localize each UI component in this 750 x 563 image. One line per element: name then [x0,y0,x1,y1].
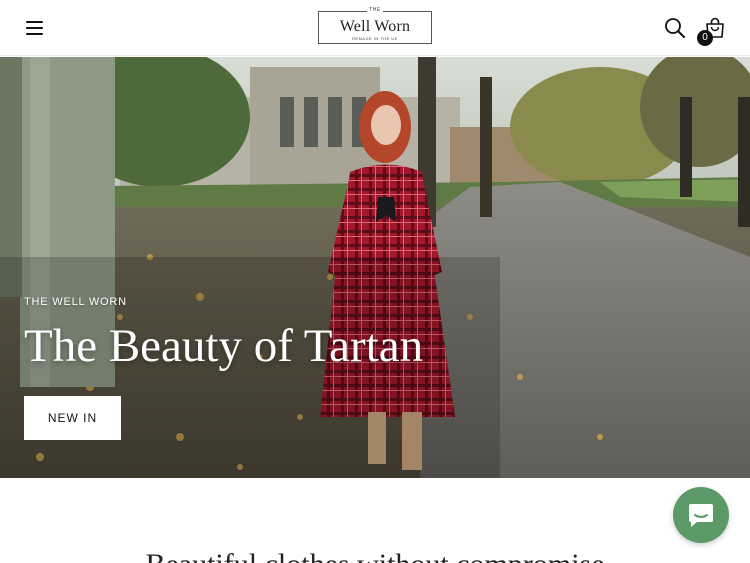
logo-sub-text: REMADE IN THE UK [352,36,398,41]
cart-count-badge[interactable]: 0 [697,30,713,46]
logo-top-text: THE [369,7,381,13]
hero-title: The Beauty of Tartan [24,320,424,372]
hero-banner[interactable]: THE WELL WORN The Beauty of Tartan NEW I… [0,57,750,478]
section-heading: Beautiful clothes without compromise [0,548,750,563]
logo-main-text: Well Worn [339,18,411,35]
search-icon[interactable] [664,17,686,39]
chat-bubble-icon[interactable] [673,487,729,543]
site-logo[interactable]: THE Well Worn REMADE IN THE UK [318,7,432,44]
site-header: THE Well Worn REMADE IN THE UK 0 [0,0,750,56]
hamburger-menu-icon[interactable] [24,19,46,37]
new-in-button[interactable]: NEW IN [24,396,121,440]
hero-eyebrow: THE WELL WORN [24,296,127,308]
